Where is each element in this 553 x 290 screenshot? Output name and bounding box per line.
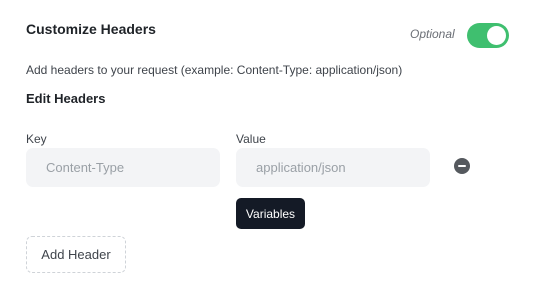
header-key-input[interactable] <box>26 148 220 187</box>
value-column-label: Value <box>236 132 266 146</box>
headers-toggle[interactable] <box>467 23 509 48</box>
optional-label: Optional <box>410 27 455 41</box>
key-column-label: Key <box>26 132 47 146</box>
section-title: Edit Headers <box>26 91 106 106</box>
variables-button[interactable]: Variables <box>236 198 305 229</box>
add-header-button[interactable]: Add Header <box>26 236 126 273</box>
toggle-knob <box>487 26 506 45</box>
customize-headers-panel: Customize Headers Optional Add headers t… <box>0 0 553 290</box>
panel-description: Add headers to your request (example: Co… <box>26 63 403 77</box>
minus-circle-icon[interactable] <box>454 158 470 174</box>
header-value-input[interactable] <box>236 148 430 187</box>
panel-title: Customize Headers <box>26 21 156 37</box>
